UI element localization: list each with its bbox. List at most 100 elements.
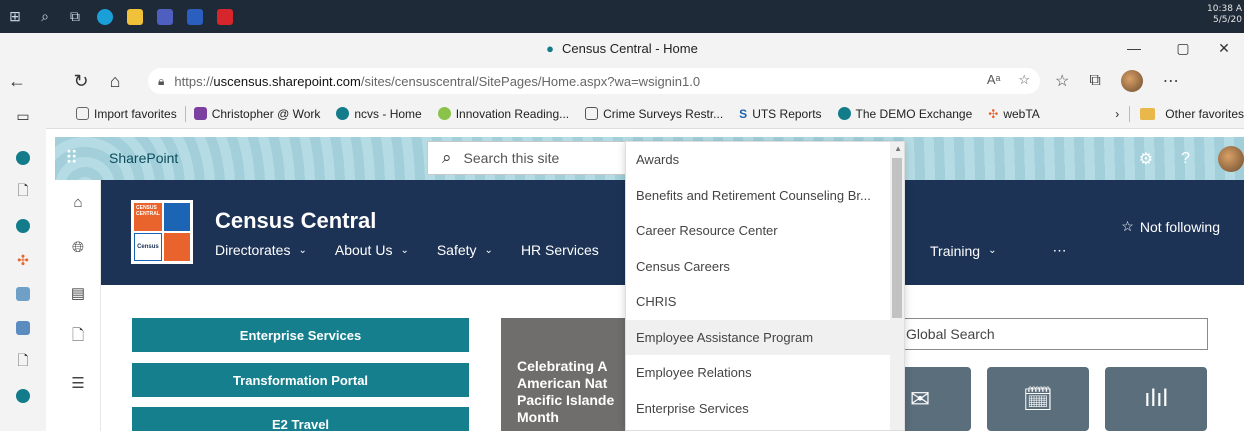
collections-icon[interactable]: ⧉ [1089, 72, 1100, 90]
dropdown-item-employee-relations[interactable]: Employee Relations [626, 355, 892, 391]
globe-icon [437, 107, 451, 120]
dropdown-item-enterprise-services[interactable]: Enterprise Services [626, 391, 892, 427]
chevron-down-icon: ⌄ [298, 244, 307, 256]
url-text[interactable]: https://uscensus.sharepoint.com/sites/ce… [174, 74, 700, 89]
dropdown-item-chris[interactable]: CHRIS [626, 284, 892, 320]
follow-label: Not following [1139, 218, 1220, 235]
app-launcher-icon[interactable]: ⠿ [65, 148, 78, 169]
page-tab-icon-2[interactable]: 🗋︎ [0, 345, 46, 379]
word-app-icon[interactable] [180, 0, 210, 33]
sharepoint-icon [837, 107, 851, 120]
file-explorer-icon[interactable] [120, 0, 150, 33]
home-icon[interactable]: ⌂ [55, 180, 101, 225]
calendar-tile[interactable]: 🗓︎ [987, 367, 1089, 431]
windows-start-icon[interactable]: ⊞ [0, 0, 30, 33]
dropdown-item-census-careers[interactable]: Census Careers [626, 249, 892, 285]
files-icon[interactable]: 🗋︎ [55, 315, 101, 360]
census-central-logo[interactable]: CENSUS CENTRAL Census [131, 200, 193, 264]
nav-hr-services[interactable]: HR Services [521, 242, 599, 258]
quick-link-enterprise-services[interactable]: Enterprise Services [132, 318, 469, 352]
tab-actions-icon[interactable]: ▭ [0, 99, 46, 133]
sharepoint-tab-icon[interactable] [0, 141, 46, 175]
nav-directorates[interactable]: Directorates ⌄ [215, 242, 307, 258]
scroll-up-icon[interactable]: ▲ [894, 144, 902, 153]
task-view-icon[interactable]: ⧉ [60, 0, 90, 33]
tab-icon[interactable] [0, 277, 46, 311]
acrobat-app-icon[interactable] [210, 0, 240, 33]
edge-sidebar: ▭ 🗋︎ ✣ 🗋︎ [0, 99, 46, 431]
help-icon[interactable]: ? [1181, 150, 1190, 168]
search-placeholder: Search this site [463, 150, 560, 166]
nav-more-icon[interactable]: ⋯ [1052, 242, 1066, 259]
quick-link-e2-travel[interactable]: E2 Travel [132, 407, 469, 431]
clock-time: 10:38 A [1207, 4, 1242, 14]
chevron-down-icon: ⌄ [484, 244, 493, 256]
lists-icon[interactable]: ☰ [55, 360, 101, 405]
user-avatar[interactable] [1218, 145, 1244, 172]
sharepoint-tab-icon-2[interactable] [0, 209, 46, 243]
sharepoint-label[interactable]: SharePoint [109, 150, 178, 166]
favorite-item[interactable]: Christopher @ Work [186, 107, 329, 121]
sharepoint-app-bar: ⌂ 🌐︎ ▤ 🗋︎ ☰ [55, 180, 101, 431]
hero-news-card[interactable]: Celebrating A American Nat Pacific Islan… [501, 318, 625, 431]
sharepoint-site-icon: ● [546, 40, 555, 56]
favorite-item[interactable]: Innovation Reading... [430, 107, 577, 121]
restore-button[interactable]: ▢ [1163, 33, 1203, 63]
page-tab-icon[interactable]: 🗋︎ [0, 175, 46, 209]
globe-icon[interactable]: 🌐︎ [55, 225, 101, 270]
favorites-divider [1129, 106, 1131, 122]
lock-icon[interactable]: 🔒︎ [158, 74, 164, 89]
settings-gear-icon[interactable]: ⚙ [1139, 149, 1153, 169]
dropdown-item-benefits[interactable]: Benefits and Retirement Counseling Br... [626, 178, 892, 214]
dropdown-scrollbar[interactable]: ▲ [890, 142, 904, 430]
close-button[interactable]: ✕ [1204, 33, 1244, 63]
favorite-item[interactable]: ncvs - Home [328, 107, 429, 121]
add-favorite-icon[interactable]: ☆ [1018, 72, 1030, 88]
system-clock[interactable]: 10:38 A 5/5/20 [1207, 4, 1242, 26]
address-bar[interactable]: 🔒︎ https://uscensus.sharepoint.com/sites… [148, 68, 1040, 94]
dropdown-item-employee-assistance[interactable]: Employee Assistance Program [626, 319, 892, 355]
webta-tab-icon[interactable]: ✣ [0, 243, 46, 277]
hero-line: Pacific Islande [517, 392, 615, 408]
favorites-icon[interactable]: ☆ [1055, 71, 1069, 91]
quick-link-transformation-portal[interactable]: Transformation Portal [132, 363, 469, 397]
star-icon: ☆ [1121, 218, 1134, 234]
sharepoint-tab-icon-3[interactable] [0, 379, 46, 413]
sharepoint-s-icon: S [739, 106, 748, 121]
analytics-tile[interactable]: ılıl [1105, 367, 1207, 431]
favorite-item[interactable]: Import favorites [68, 107, 185, 121]
minimize-button[interactable]: — [1114, 33, 1154, 63]
profile-avatar[interactable] [1120, 70, 1143, 92]
tab-icon-2[interactable] [0, 311, 46, 345]
nav-about-us[interactable]: About Us ⌄ [335, 242, 409, 258]
refresh-icon[interactable]: ↻ [64, 63, 98, 99]
read-aloud-icon[interactable]: Aᵃ [987, 72, 1001, 88]
site-title[interactable]: Census Central [215, 208, 376, 234]
hero-line: Celebrating A [517, 358, 608, 374]
hero-line: Month [517, 409, 559, 425]
teams-app-icon[interactable] [150, 0, 180, 33]
favorite-item[interactable]: The DEMO Exchange [830, 107, 981, 121]
edge-app-icon[interactable] [90, 0, 120, 33]
news-icon[interactable]: ▤ [55, 270, 101, 315]
favorites-overflow-chevron[interactable]: › [1115, 107, 1119, 121]
search-icon[interactable]: ⌕ [30, 0, 60, 33]
follow-button[interactable]: ☆ Not following [1121, 218, 1220, 235]
global-search-input[interactable]: Global Search [891, 318, 1208, 350]
chevron-down-icon: ⌄ [400, 244, 409, 256]
scrollbar-thumb[interactable] [892, 158, 902, 318]
home-icon[interactable]: ⌂ [98, 63, 132, 99]
nav-training[interactable]: Training ⌄ [930, 242, 996, 259]
other-favorites[interactable]: Other favorites [1165, 107, 1244, 121]
more-options-icon[interactable]: ⋯ [1163, 71, 1179, 91]
favorite-item[interactable]: S UTS Reports [731, 107, 829, 121]
back-arrow-icon[interactable]: ← [0, 63, 34, 99]
favorite-item[interactable]: ✣ webTA [980, 107, 1048, 121]
dropdown-item-career-resource[interactable]: Career Resource Center [626, 213, 892, 249]
bar-chart-icon: ılıl [1144, 385, 1168, 412]
nav-safety[interactable]: Safety ⌄ [437, 242, 493, 258]
hero-line: American Nat [517, 375, 608, 391]
favorite-item[interactable]: Crime Surveys Restr... [577, 107, 731, 121]
dropdown-item-awards[interactable]: Awards [626, 142, 892, 178]
clock-date: 5/5/20 [1213, 15, 1242, 25]
